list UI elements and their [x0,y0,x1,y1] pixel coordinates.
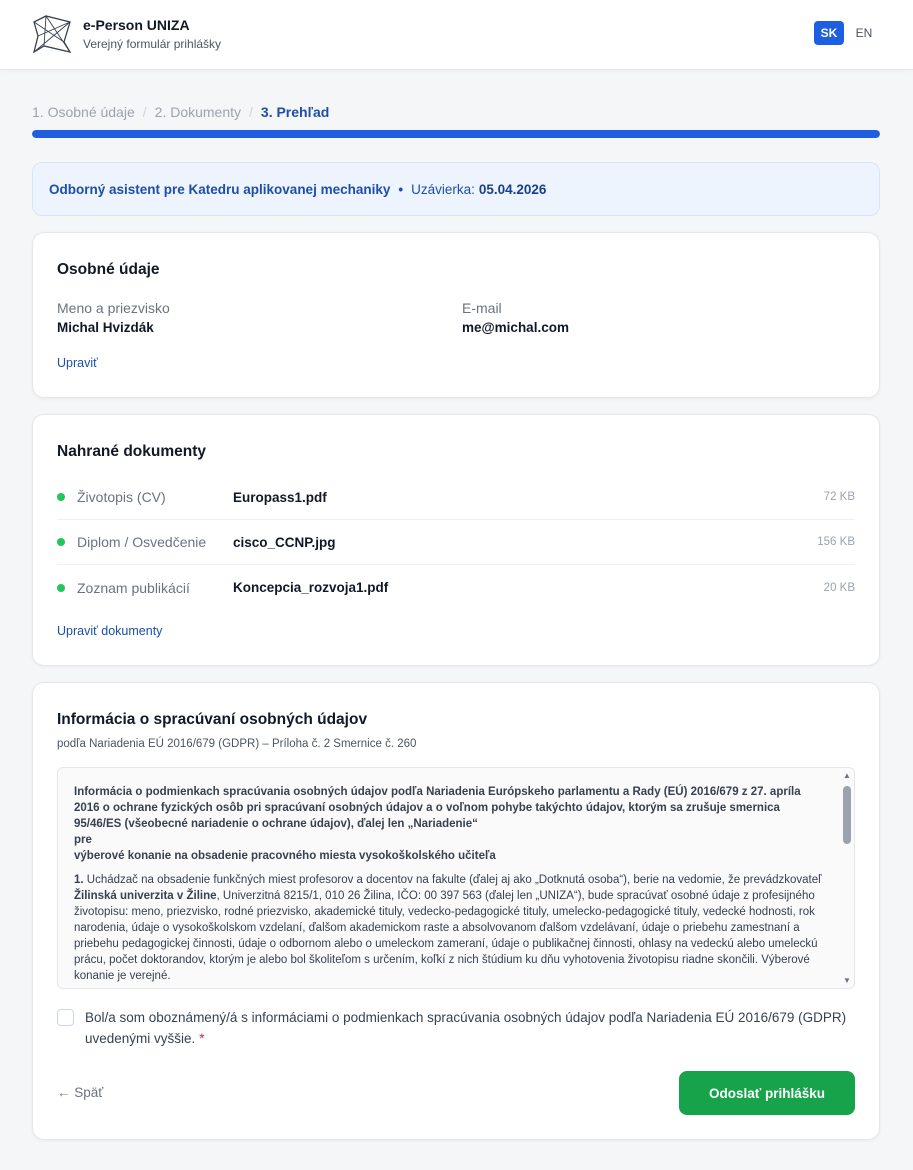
email-value: me@michal.com [462,320,569,335]
required-mark: * [199,1031,205,1046]
gdpr-text: Informácia o podmienkach spracúvania oso… [74,784,828,988]
scroll-down-icon[interactable]: ▼ [843,976,851,985]
back-button[interactable]: ← Späť [57,1085,103,1100]
banner-separator: • [398,181,404,197]
personal-info-card: Osobné údaje Meno a priezvisko Michal Hv… [32,232,880,398]
document-filename: Koncepcia_rozvoja1.pdf [233,580,389,595]
language-en-button[interactable]: EN [849,21,879,45]
status-dot-icon [57,538,65,546]
gdpr-subtitle: podľa Nariadenia EÚ 2016/679 (GDPR) – Pr… [57,738,417,750]
consent-checkbox[interactable] [57,1009,74,1026]
consent-label[interactable]: Bol/a som oboznámený/á s informáciami o … [85,1007,855,1049]
step-documents: 2. Dokumenty [154,104,242,120]
deadline-value: 05.04.2026 [478,181,547,197]
document-size: 20 KB [823,581,855,594]
language-sk-button[interactable]: SK [814,21,844,45]
name-value: Michal Hvizdák [57,320,154,335]
document-filename: Europass1.pdf [233,489,327,505]
uniza-logo-icon [32,15,72,54]
app-header: e-Person UNIZA Verejný formulár prihlášk… [0,0,913,70]
scroll-up-icon[interactable]: ▲ [843,771,851,780]
step-separator: / [249,104,253,120]
gdpr-consent: Bol/a som oboznámený/á s informáciami o … [57,1007,855,1049]
document-row: Diplom / Osvedčenie cisco_CCNP.jpg 156 K… [57,520,855,565]
progress-bar [32,130,880,138]
email-label: E-mail [462,300,502,316]
app-title: e-Person UNIZA [83,17,190,33]
step-personal: 1. Osobné údaje [32,104,135,120]
document-type: Zoznam publikácií [77,579,190,596]
gdpr-card: Informácia o spracúvaní osobných údajov … [32,682,880,1140]
status-dot-icon [57,493,65,501]
step-review: 3. Prehľad [260,104,330,120]
gdpr-scrollbar[interactable]: ▲ ▼ [840,768,854,988]
document-size: 72 KB [823,491,855,503]
gdpr-paragraph: Uchádzač na obsadenie funkčných miest pr… [83,874,822,886]
scroll-thumb[interactable] [843,786,851,844]
gdpr-text-scrollbox[interactable]: Informácia o podmienkach spracúvania oso… [57,767,855,989]
gdpr-paragraph-number: 1. [74,874,84,886]
progress-bar-fill [32,130,880,138]
gdpr-heading: Informácia o podmienkach spracúvania oso… [74,786,801,830]
position-title: Odborný asistent pre Katedru aplikovanej… [49,181,391,197]
gdpr-heading-position: výberové konanie na obsadenie pracovného… [74,850,496,862]
document-type: Diplom / Osvedčenie [77,534,207,550]
position-banner: Odborný asistent pre Katedru aplikovanej… [32,162,880,216]
gdpr-title: Informácia o spracúvaní osobných údajov [57,711,368,728]
edit-personal-link[interactable]: Upraviť [57,356,98,370]
app-subtitle: Verejný formulár prihlášky [83,37,222,51]
documents-title: Nahrané dokumenty [57,443,207,460]
documents-card: Nahrané dokumenty Životopis (CV) Europas… [32,414,880,666]
document-row: Životopis (CV) Europass1.pdf 72 KB [57,475,855,520]
name-label: Meno a priezvisko [57,300,170,316]
document-size: 156 KB [817,536,855,548]
deadline-label: Uzávierka: [411,181,475,197]
submit-application-button[interactable]: Odoslať prihlášku [679,1071,855,1115]
document-filename: cisco_CCNP.jpg [233,534,336,550]
edit-documents-link[interactable]: Upraviť dokumenty [57,624,162,638]
gdpr-controller-name: Žilinská univerzita v Žiline [74,890,217,902]
document-type: Životopis (CV) [77,489,166,505]
step-breadcrumb: 1. Osobné údaje / 2. Dokumenty / 3. Preh… [32,104,329,120]
gdpr-paragraph-cont: , Univerzitná 8215/1, 010 26 Žilina, IČO… [74,890,818,982]
document-row: Zoznam publikácií Koncepcia_rozvoja1.pdf… [57,565,855,610]
gdpr-heading-pre: pre [74,834,92,846]
step-separator: / [142,104,147,120]
status-dot-icon [57,583,65,592]
personal-info-title: Osobné údaje [57,261,160,278]
